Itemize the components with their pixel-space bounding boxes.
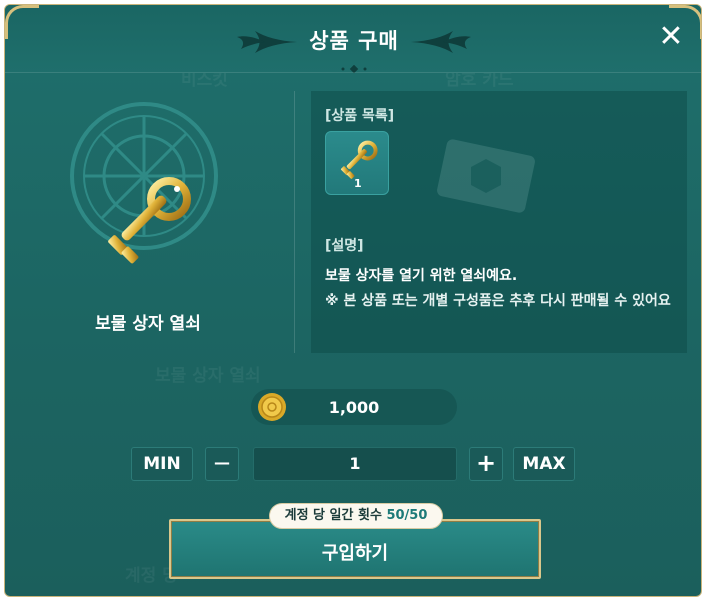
quantity-field[interactable]: 1: [253, 447, 457, 481]
description-label: [설명]: [325, 238, 364, 254]
dialog-title: 상품 구매: [309, 29, 399, 53]
leaf-ornament-right-icon: [411, 31, 471, 53]
title-divider: [5, 72, 701, 73]
key-icon: [108, 177, 191, 264]
purchase-dialog: 비스킷 암호 카드 보물 상자 열쇠 계정 당 상품 구매 ✕ 보물 상자 열쇠…: [4, 4, 702, 597]
limit-count: 50/50: [386, 508, 428, 523]
price-display: 1,000: [251, 389, 457, 425]
close-button[interactable]: ✕: [657, 22, 685, 52]
background-ghost-text: 보물 상자 열쇠: [155, 366, 261, 386]
panel-divider: [294, 91, 295, 353]
detail-panel: [상품 목록] 1 [설명] 보물 상자를 열기 위한 열쇠예요. ※ 본 상품…: [311, 91, 687, 353]
min-label: MIN: [143, 454, 181, 474]
item-name: 보물 상자 열쇠: [95, 314, 201, 334]
cipher-card-ghost-icon: [437, 139, 535, 213]
item-preview: 보물 상자 열쇠: [5, 87, 291, 357]
max-button[interactable]: MAX: [513, 447, 575, 481]
max-label: MAX: [522, 454, 566, 474]
purchase-limit-badge: 계정 당 일간 횟수 50/50: [269, 503, 443, 529]
title-gem-ornament-icon: [341, 65, 367, 74]
title-bar: 상품 구매 ✕: [5, 5, 701, 74]
minus-icon: —: [214, 453, 230, 472]
description-note: ※ 본 상품 또는 개별 구성품은 추후 다시 판매될 수 있어요: [325, 293, 671, 309]
increase-button[interactable]: +: [469, 447, 503, 481]
product-slot[interactable]: 1: [325, 131, 389, 195]
price-value: 1,000: [328, 398, 380, 417]
decrease-button[interactable]: —: [205, 447, 239, 481]
slot-count: 1: [354, 177, 362, 190]
min-button[interactable]: MIN: [131, 447, 193, 481]
plus-icon: +: [475, 449, 497, 477]
product-list-label: [상품 목록]: [325, 108, 395, 124]
limit-label: 계정 당 일간 횟수: [284, 508, 382, 523]
description-text: 보물 상자를 열기 위한 열쇠예요.: [325, 268, 518, 284]
buy-label: 구입하기: [321, 543, 389, 564]
